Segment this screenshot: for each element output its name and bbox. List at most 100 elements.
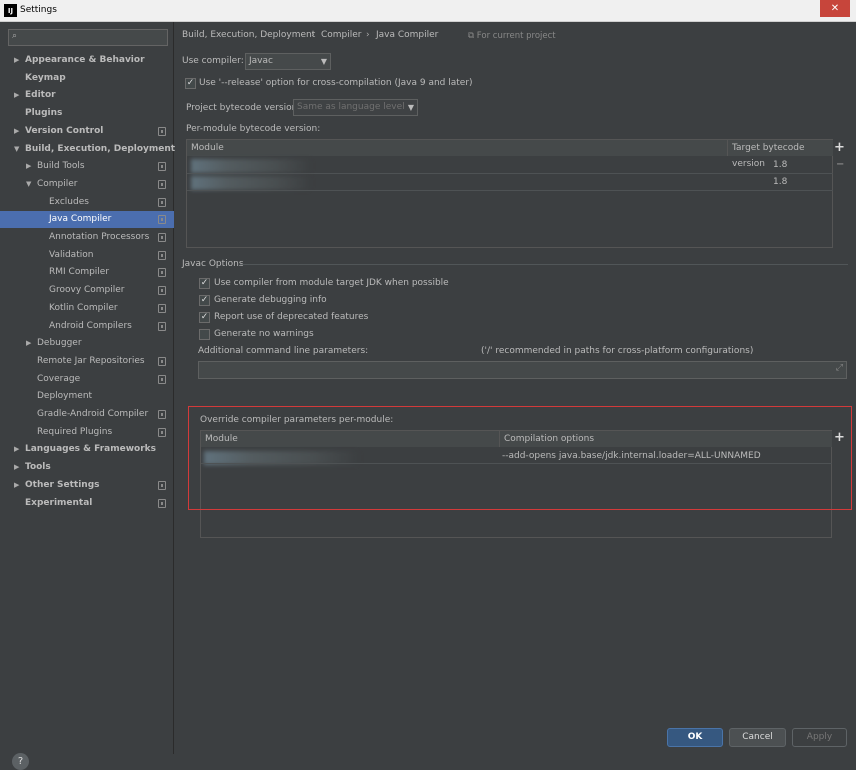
use-module-jdk-checkbox[interactable]: ✓ (199, 278, 210, 289)
remove-module-bytecode-icon[interactable]: − (836, 159, 844, 170)
sidebar-item-remote-jar-repositories[interactable]: Remote Jar Repositories (0, 353, 174, 370)
table-row-version[interactable]: 1.8 (773, 158, 787, 172)
sidebar-item-groovy-compiler[interactable]: Groovy Compiler (0, 282, 174, 299)
chevron-right-icon[interactable]: ▶ (26, 158, 31, 175)
project-scope-icon (158, 268, 166, 278)
chevron-right-icon[interactable]: ▶ (26, 335, 31, 352)
project-scope-icon (158, 179, 166, 189)
release-option-checkbox[interactable]: ✓ (185, 78, 196, 89)
sidebar-item-coverage[interactable]: Coverage (0, 371, 174, 388)
sidebar-item-label: Kotlin Compiler (49, 302, 118, 313)
sidebar-item-label: Annotation Processors (49, 232, 150, 242)
bytecode-version-dropdown[interactable]: Same as language level ▼ (293, 99, 418, 116)
module-name-redacted (191, 176, 311, 190)
sidebar-item-debugger[interactable]: ▶ Debugger (0, 335, 174, 352)
sidebar-item-label: Debugger (37, 338, 82, 349)
javac-options-title: Javac Options (182, 259, 244, 269)
sidebar-item-gradle-android-compiler[interactable]: Gradle-Android Compiler (0, 406, 174, 423)
sidebar-item-label: Plugins (25, 108, 63, 119)
sidebar-item-keymap[interactable]: Keymap (0, 70, 174, 87)
sidebar-item-label: Remote Jar Repositories (37, 355, 145, 366)
bytecode-version-label: Project bytecode version: (186, 103, 301, 113)
debugging-info-label: Generate debugging info (214, 295, 327, 305)
sidebar-item-build-execution-deployment[interactable]: ▼ Build, Execution, Deployment (0, 141, 176, 158)
ok-button[interactable]: OK (667, 728, 723, 747)
debugging-info-checkbox[interactable]: ✓ (199, 295, 210, 306)
use-compiler-label: Use compiler: (182, 56, 244, 66)
sidebar-item-label: Java Compiler (49, 214, 112, 225)
sidebar-item-version-control[interactable]: ▶ Version Control (0, 123, 174, 140)
sidebar-item-build-tools[interactable]: ▶ Build Tools (0, 158, 174, 175)
chevron-right-icon[interactable]: ▶ (14, 87, 19, 104)
sidebar-item-label: Build, Execution, Deployment (25, 143, 176, 154)
sidebar-item-tools[interactable]: ▶ Tools (0, 459, 174, 476)
help-button[interactable]: ? (12, 753, 29, 770)
per-module-bytecode-label: Per-module bytecode version: (186, 124, 321, 134)
deprecated-features-checkbox[interactable]: ✓ (199, 312, 210, 323)
project-scope-icon (158, 126, 166, 136)
sidebar-item-label: Gradle-Android Compiler (37, 409, 149, 419)
sidebar-item-deployment[interactable]: Deployment (0, 388, 174, 405)
no-warnings-checkbox[interactable] (199, 329, 210, 340)
project-scope-icon (158, 480, 166, 490)
expand-icon[interactable]: ⤢ (836, 363, 843, 373)
project-scope-note: ⧉ For current project (468, 31, 556, 41)
project-scope-label: For current project (476, 31, 556, 41)
sidebar-item-appearance-behavior[interactable]: ▶ Appearance & Behavior (0, 52, 174, 69)
table-row-version[interactable]: 1.8 (773, 175, 787, 189)
section-divider (240, 264, 848, 265)
cancel-button[interactable]: Cancel (729, 728, 786, 747)
settings-search-input[interactable]: ⌕ (8, 29, 168, 46)
chevron-down-icon[interactable]: ▼ (14, 141, 19, 158)
project-scope-icon (158, 427, 166, 437)
breadcrumb-build-execution-deployment: Build, Execution, Deployment (182, 30, 316, 40)
project-scope-icon (158, 250, 166, 260)
sidebar-item-label: Validation (49, 249, 94, 260)
chevron-right-icon[interactable]: ▶ (14, 123, 19, 140)
chevron-right-icon[interactable]: ▶ (14, 477, 19, 494)
sidebar-item-excludes[interactable]: Excludes (0, 194, 174, 211)
column-header-module[interactable]: Module (187, 140, 728, 156)
sidebar-item-label: RMI Compiler (49, 267, 110, 278)
project-scope-icon: ⧉ (468, 31, 477, 41)
chevron-down-icon: ▼ (407, 103, 414, 112)
additional-params-input[interactable]: ⤢ (198, 361, 847, 379)
intellij-app-icon: IJ (4, 4, 17, 17)
project-scope-icon (158, 498, 166, 508)
sidebar-item-android-compilers[interactable]: Android Compilers (0, 318, 174, 335)
chevron-right-icon[interactable]: ▶ (14, 441, 19, 458)
sidebar-item-label: Experimental (25, 497, 93, 508)
sidebar-item-label: Keymap (25, 72, 66, 83)
sidebar-item-languages-frameworks[interactable]: ▶ Languages & Frameworks (0, 441, 174, 458)
sidebar-item-annotation-processors[interactable]: Annotation Processors (0, 229, 174, 246)
sidebar-item-experimental[interactable]: Experimental (0, 495, 174, 512)
add-module-bytecode-icon[interactable]: + (834, 140, 845, 155)
sidebar-item-java-compiler[interactable]: Java Compiler (0, 211, 174, 229)
sidebar-item-kotlin-compiler[interactable]: Kotlin Compiler (0, 300, 174, 317)
release-option-label: Use '--release' option for cross-compila… (199, 78, 473, 88)
chevron-right-icon[interactable]: ▶ (14, 52, 19, 69)
use-compiler-dropdown[interactable]: Javac ▼ (245, 53, 331, 70)
sidebar-item-editor[interactable]: ▶ Editor (0, 87, 174, 104)
sidebar-item-other-settings[interactable]: ▶ Other Settings (0, 477, 174, 494)
module-name-redacted (191, 159, 311, 173)
apply-button[interactable]: Apply (792, 728, 847, 747)
sidebar-item-compiler[interactable]: ▼ Compiler (0, 176, 174, 193)
chevron-right-icon[interactable]: ▶ (14, 459, 19, 476)
sidebar-item-plugins[interactable]: Plugins (0, 105, 174, 122)
project-scope-icon (158, 356, 166, 366)
sidebar-item-validation[interactable]: Validation (0, 247, 174, 264)
sidebar-item-label: Android Compilers (49, 320, 132, 331)
sidebar-item-label: Excludes (49, 196, 89, 207)
close-button[interactable]: ✕ (820, 0, 850, 17)
chevron-down-icon: ▼ (320, 57, 327, 66)
sidebar-item-required-plugins[interactable]: Required Plugins (0, 424, 174, 441)
project-scope-icon (158, 374, 166, 384)
sidebar-item-label: Appearance & Behavior (25, 55, 145, 65)
column-header-target-bytecode[interactable]: Target bytecode version (728, 140, 833, 169)
project-scope-icon (158, 215, 166, 225)
row-divider (187, 173, 833, 174)
sidebar-item-rmi-compiler[interactable]: RMI Compiler (0, 264, 174, 281)
highlight-annotation (188, 406, 852, 510)
chevron-down-icon[interactable]: ▼ (26, 176, 31, 193)
